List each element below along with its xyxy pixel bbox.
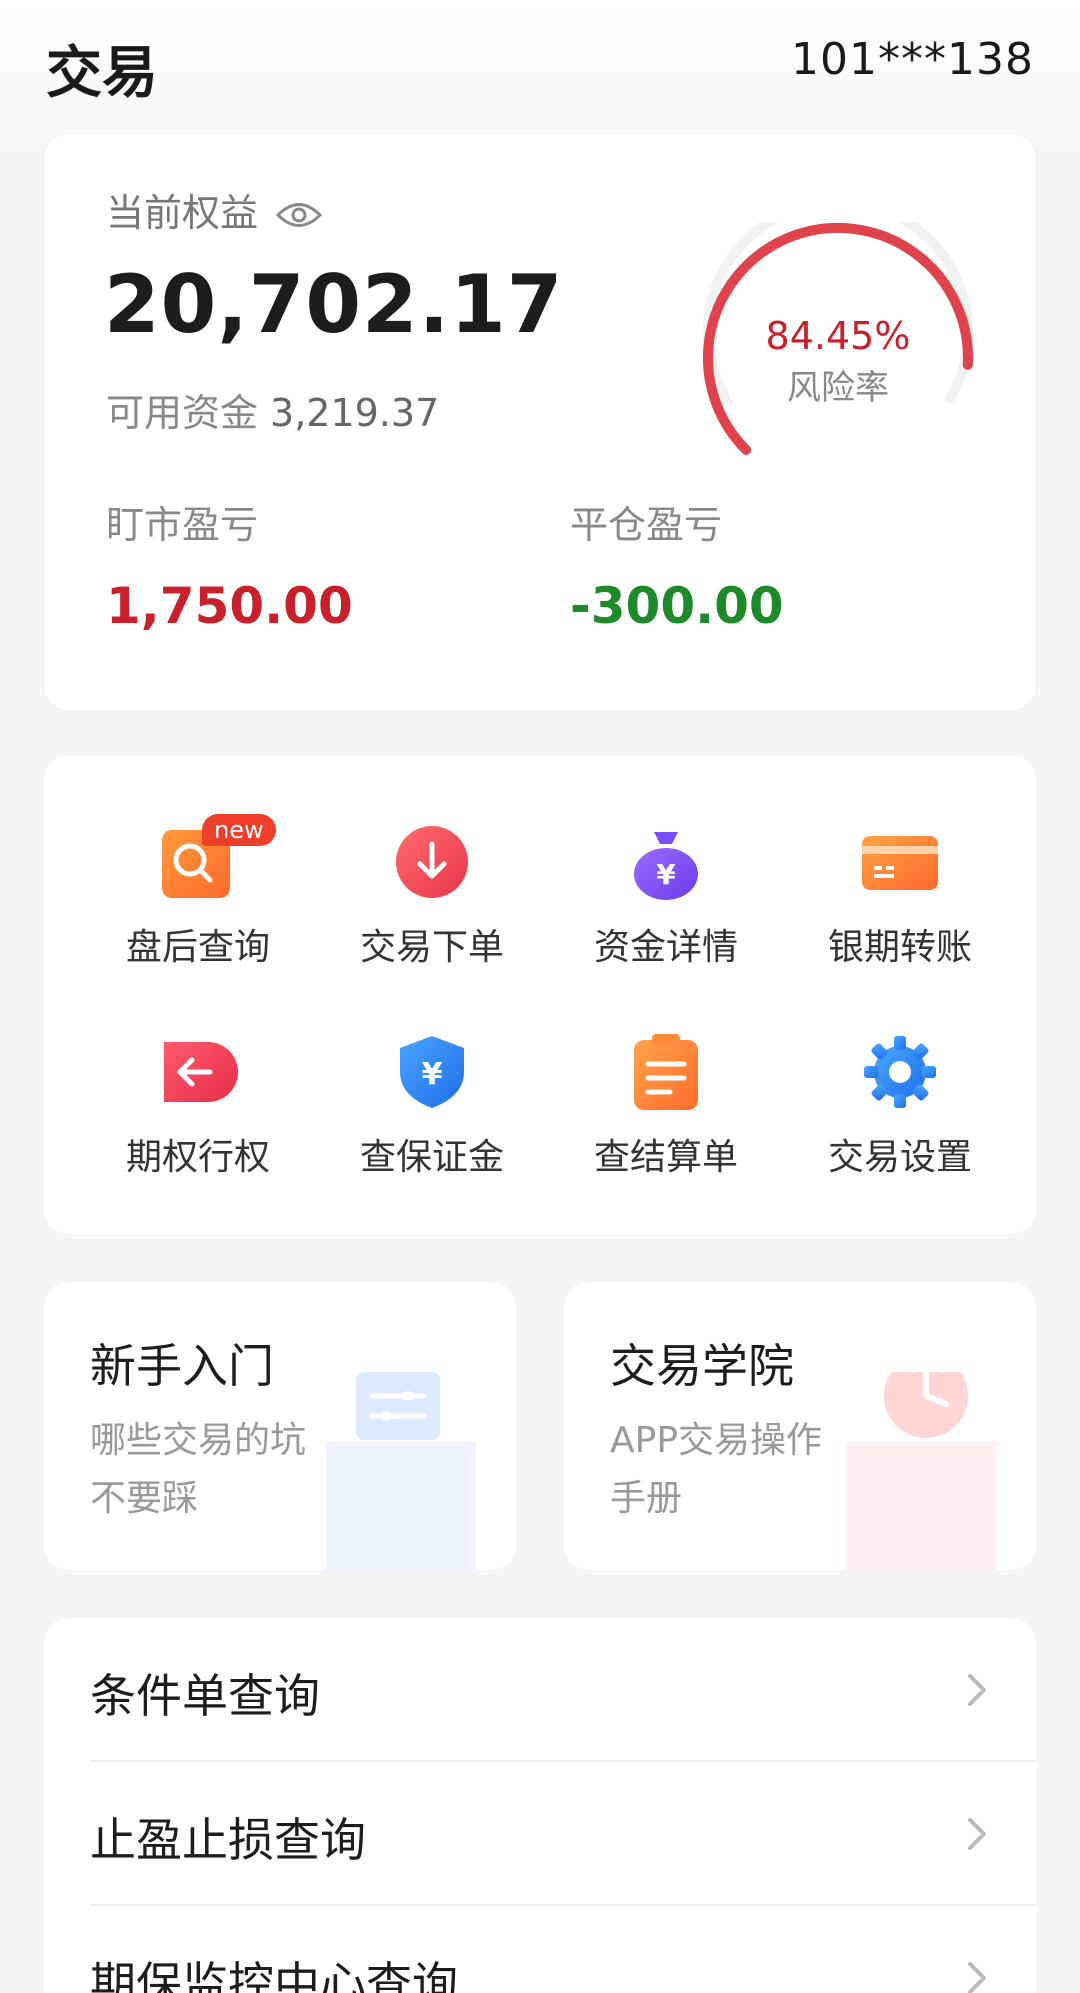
func-trade-settings[interactable]: 交易设置 bbox=[800, 1032, 1000, 1180]
svg-text:¥: ¥ bbox=[422, 1057, 443, 1092]
func-bank-transfer[interactable]: 银期转账 bbox=[800, 822, 1000, 970]
func-option-exercise[interactable]: 期权行权 bbox=[98, 1032, 298, 1180]
risk-rate-label: 风险率 bbox=[787, 368, 889, 408]
func-margin-query[interactable]: ¥ 查保证金 bbox=[332, 1032, 532, 1180]
bank-card-icon bbox=[860, 822, 940, 902]
money-bag-icon: ¥ bbox=[626, 822, 706, 902]
sliders-decor-icon bbox=[326, 1372, 476, 1570]
risk-rate-block: 84.45% 风险率 bbox=[688, 314, 988, 409]
new-badge: new bbox=[202, 814, 276, 846]
list-item-label: 条件单查询 bbox=[90, 1669, 320, 1723]
clipboard-icon bbox=[626, 1032, 706, 1112]
academy-card[interactable]: 交易学院 APP交易操作手册 bbox=[564, 1282, 1036, 1570]
function-grid: new 盘后查询 交易下单 ¥ 资金详情 银期转账 期权行权 ¥ 查保证金 查结… bbox=[44, 756, 1036, 1234]
func-label: 资金详情 bbox=[593, 927, 738, 968]
arrow-left-icon bbox=[158, 1032, 238, 1112]
beginner-subtitle: 哪些交易的坑不要踩 bbox=[90, 1420, 307, 1519]
clock-decor-icon bbox=[846, 1372, 996, 1570]
shield-yuan-icon: ¥ bbox=[392, 1032, 472, 1112]
gear-icon bbox=[860, 1032, 940, 1112]
list-item-monitoring-center[interactable]: 期保监控中心查询 bbox=[90, 1906, 1036, 1993]
func-place-order[interactable]: 交易下单 bbox=[332, 822, 532, 970]
list-item-label: 期保监控中心查询 bbox=[90, 1957, 458, 1993]
available-funds: 可用资金 3,219.37 bbox=[106, 382, 439, 437]
chevron-right-icon bbox=[968, 1818, 986, 1850]
func-settlement-query[interactable]: 查结算单 bbox=[566, 1032, 766, 1180]
download-arrow-icon bbox=[392, 822, 472, 902]
equity-label: 当前权益 bbox=[106, 191, 259, 235]
risk-rate-value: 84.45% bbox=[765, 314, 911, 358]
list-item-stop-profit-loss[interactable]: 止盈止损查询 bbox=[90, 1762, 1036, 1906]
list-item-conditional-order[interactable]: 条件单查询 bbox=[90, 1618, 1036, 1762]
account-number[interactable]: 101***138 bbox=[791, 34, 1034, 85]
query-list: 条件单查询 止盈止损查询 期保监控中心查询 bbox=[44, 1618, 1036, 1993]
page-title: 交易 bbox=[46, 41, 158, 106]
equity-value: 20,702.17 bbox=[104, 258, 564, 351]
available-label: 可用资金 bbox=[106, 391, 259, 435]
beginner-title: 新手入门 bbox=[90, 1339, 274, 1393]
close-pnl: 平仓盈亏 -300.00 bbox=[570, 494, 784, 635]
close-pnl-label: 平仓盈亏 bbox=[570, 503, 723, 547]
func-label: 交易设置 bbox=[827, 1137, 972, 1178]
func-label: 盘后查询 bbox=[125, 927, 270, 968]
chevron-right-icon bbox=[968, 1674, 986, 1706]
search-icon: new bbox=[158, 814, 276, 902]
eye-icon[interactable] bbox=[275, 195, 323, 227]
svg-text:¥: ¥ bbox=[656, 858, 676, 891]
equity-card: 当前权益 20,702.17 可用资金 3,219.37 84.45% 风险率 盯… bbox=[44, 134, 1036, 710]
header: 交易 101***138 bbox=[0, 0, 1080, 120]
list-item-label: 止盈止损查询 bbox=[90, 1813, 366, 1867]
func-fund-details[interactable]: ¥ 资金详情 bbox=[566, 822, 766, 970]
academy-title: 交易学院 bbox=[610, 1339, 794, 1393]
func-label: 查结算单 bbox=[593, 1137, 738, 1178]
equity-label-row: 当前权益 bbox=[106, 182, 323, 237]
chevron-right-icon bbox=[968, 1962, 986, 1993]
close-pnl-value: -300.00 bbox=[570, 577, 784, 635]
floating-pnl-label: 盯市盈亏 bbox=[106, 503, 259, 547]
floating-pnl: 盯市盈亏 1,750.00 bbox=[106, 494, 353, 635]
func-label: 期权行权 bbox=[125, 1137, 270, 1178]
func-label: 查保证金 bbox=[359, 1137, 504, 1178]
academy-subtitle: APP交易操作手册 bbox=[610, 1420, 823, 1519]
func-label: 交易下单 bbox=[359, 927, 504, 968]
floating-pnl-value: 1,750.00 bbox=[106, 577, 353, 635]
available-value: 3,219.37 bbox=[270, 391, 440, 435]
beginner-card[interactable]: 新手入门 哪些交易的坑不要踩 bbox=[44, 1282, 516, 1570]
func-label: 银期转账 bbox=[827, 927, 972, 968]
func-after-hours-query[interactable]: new 盘后查询 bbox=[98, 814, 298, 970]
